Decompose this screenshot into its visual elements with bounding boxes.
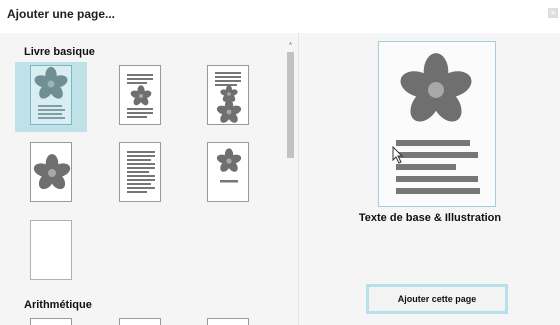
- template-thumb-arithmetic-2[interactable]: [119, 318, 161, 325]
- template-thumb-text-only[interactable]: [119, 142, 161, 202]
- template-thumb-blank[interactable]: [30, 220, 72, 280]
- flower-illustration-icon: [127, 74, 153, 118]
- flower-illustration-icon: [215, 72, 243, 125]
- flower-illustration-icon: [215, 148, 243, 183]
- mouse-cursor-icon: [392, 146, 404, 164]
- template-thumb-illustration-only[interactable]: [30, 142, 72, 202]
- scrollbar-thumb[interactable]: [287, 52, 294, 158]
- template-thumb-text-and-two-illustrations[interactable]: [207, 65, 249, 125]
- template-thumb-arithmetic-3[interactable]: [207, 318, 249, 325]
- dialog-title: Ajouter une page...: [7, 7, 116, 21]
- preview-panel: Texte de base & Illustration: [298, 33, 560, 325]
- category-label-livre-basique: Livre basique: [24, 46, 95, 58]
- add-page-button[interactable]: Ajouter cette page: [366, 284, 508, 314]
- template-thumb-text-and-illustration[interactable]: [30, 65, 72, 125]
- flower-illustration-icon: [32, 66, 70, 119]
- chevron-up-icon[interactable]: ˄: [285, 42, 296, 52]
- template-thumb-arithmetic-1[interactable]: [30, 318, 72, 325]
- dialog-titlebar: Ajouter une page... ×: [0, 0, 560, 28]
- flower-illustration-icon: [396, 53, 480, 194]
- template-thumb-text-illustration-text[interactable]: [119, 65, 161, 125]
- template-list-scrollbar[interactable]: ˄: [285, 42, 296, 325]
- template-preview: [378, 41, 496, 207]
- flower-illustration-icon: [32, 154, 72, 192]
- close-icon[interactable]: ×: [548, 8, 558, 18]
- category-label-arithmetique: Arithmétique: [24, 299, 92, 311]
- template-thumb-illustration-and-caption[interactable]: [207, 142, 249, 202]
- preview-caption: Texte de base & Illustration: [358, 212, 502, 224]
- template-list-panel: Livre basique Arithmétique: [0, 33, 298, 325]
